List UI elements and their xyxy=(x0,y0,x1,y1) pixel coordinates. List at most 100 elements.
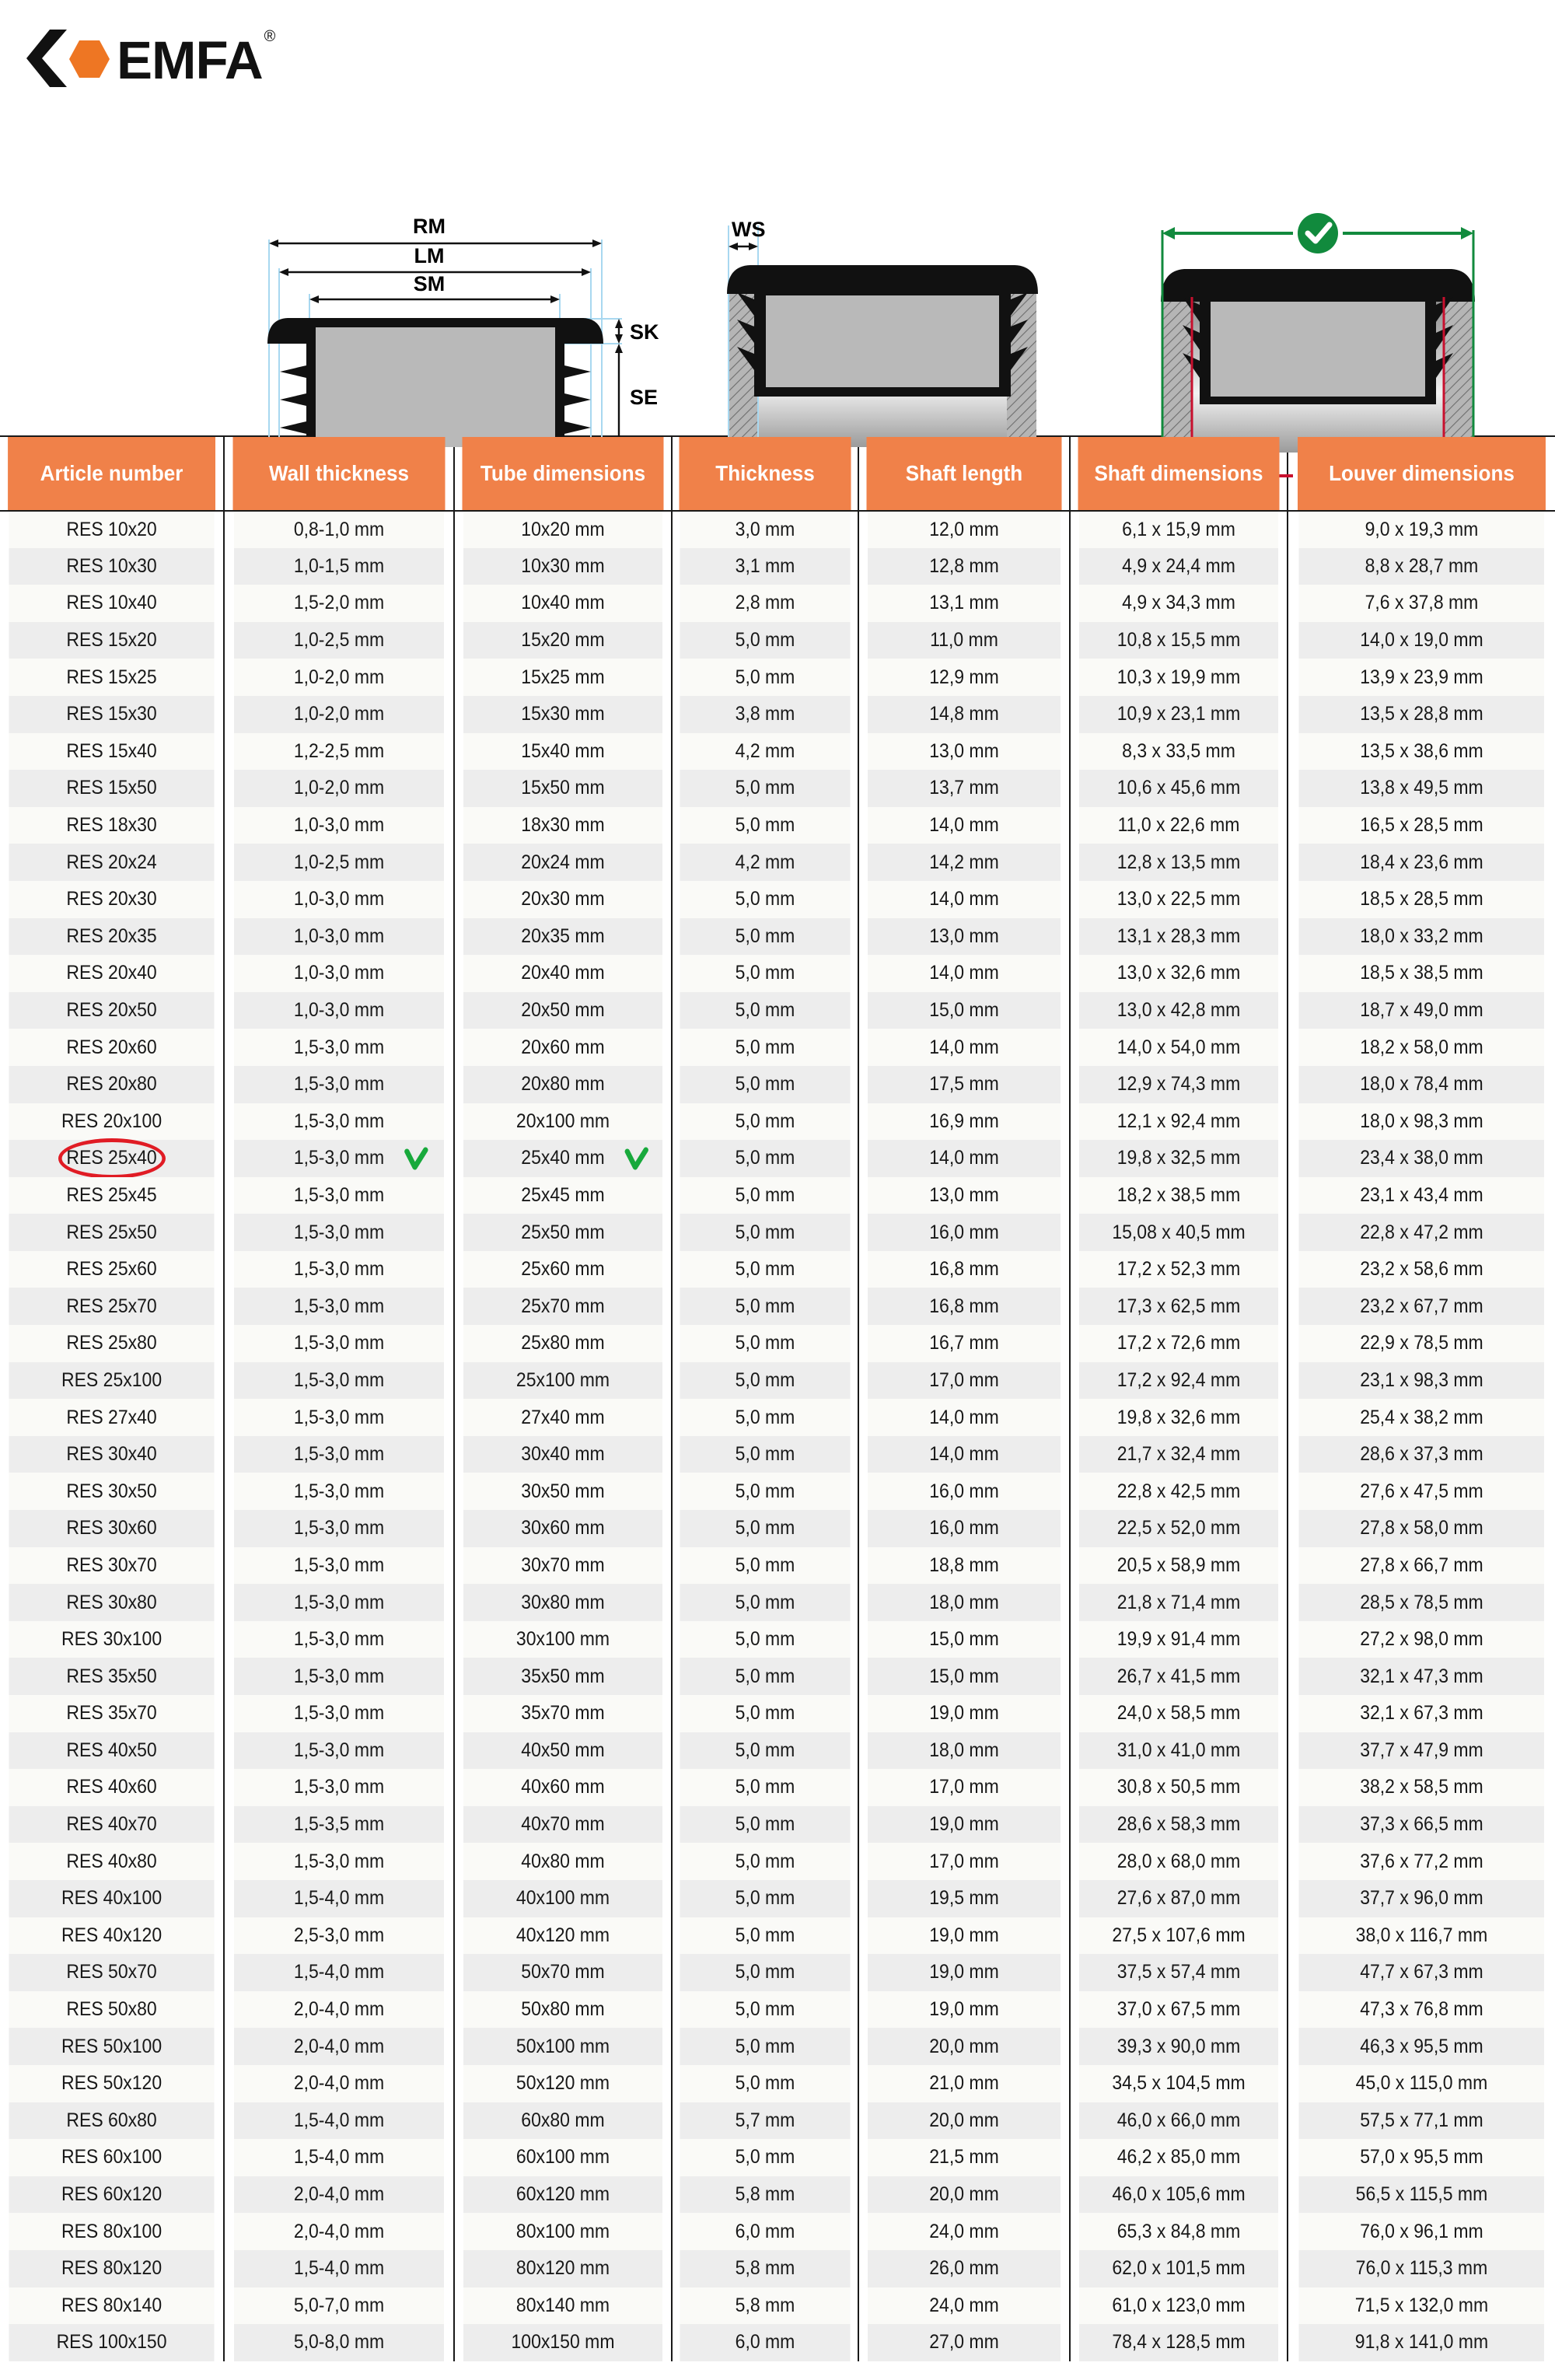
cell-shaft-length: 18,0 mm xyxy=(866,1732,1063,1770)
table-row: RES 20x60 1,5-3,0 mm 20x60 mm 5,0 mm 14,0 mm… xyxy=(0,1029,1555,1066)
highlight-oval xyxy=(58,1138,166,1179)
column-header-tube-dimensions: Tube dimensions xyxy=(461,435,666,512)
cell-shaft-dimensions: 17,2 x 72,6 mm xyxy=(1078,1325,1280,1362)
cell-article-number: RES 80x140 xyxy=(9,2287,216,2325)
cell-tube-dimensions: 40x70 mm xyxy=(463,1805,664,1844)
table-row: RES 30x70 1,5-3,0 mm 30x70 mm 5,0 mm 18,8 mm… xyxy=(0,1546,1555,1585)
cell-article-number: RES 25x45 xyxy=(9,1176,216,1214)
cell-tube-dimensions: 30x80 mm xyxy=(463,1584,664,1621)
cell-wall-thickness: 1,0-3,0 mm xyxy=(232,880,446,918)
cell-tube-dimensions: 60x120 mm xyxy=(463,2176,664,2214)
cell-louver-dimensions: 23,4 x 38,0 mm xyxy=(1298,1140,1545,1177)
cell-tube-dimensions: 50x120 mm xyxy=(463,2064,664,2102)
cell-shaft-dimensions: 19,9 x 91,4 mm xyxy=(1078,1620,1280,1658)
hexagon-icon xyxy=(69,40,110,78)
table-row: RES 15x30 1,0-2,0 mm 15x30 mm 3,8 mm 14,8 mm… xyxy=(0,695,1555,733)
cell-shaft-length: 17,0 mm xyxy=(866,1769,1063,1806)
cell-wall-thickness: 2,0-4,0 mm xyxy=(232,2213,446,2250)
cell-wall-thickness: 1,5-3,0 mm xyxy=(232,1843,446,1880)
cell-shaft-length: 21,0 mm xyxy=(866,2064,1063,2102)
cell-louver-dimensions: 27,8 x 66,7 mm xyxy=(1298,1546,1545,1585)
table-row: RES 30x50 1,5-3,0 mm 30x50 mm 5,0 mm 16,0 mm… xyxy=(0,1473,1555,1511)
cell-louver-dimensions: 76,0 x 96,1 mm xyxy=(1298,2213,1545,2250)
dim-label-rm: RM xyxy=(413,215,446,238)
table-row: RES 25x80 1,5-3,0 mm 25x80 mm 5,0 mm 16,7 mm… xyxy=(0,1325,1555,1362)
cell-louver-dimensions: 37,7 x 96,0 mm xyxy=(1298,1879,1545,1917)
table-row: RES 27x40 1,5-3,0 mm 27x40 mm 5,0 mm 14,0 mm… xyxy=(0,1399,1555,1436)
cell-thickness: 5,0 mm xyxy=(679,1176,852,1214)
cell-shaft-dimensions: 13,1 x 28,3 mm xyxy=(1078,917,1280,956)
cell-thickness: 5,0 mm xyxy=(679,1103,852,1141)
cell-article-number: RES 40x100 xyxy=(9,1879,216,1917)
cell-thickness: 5,8 mm xyxy=(679,2249,852,2287)
cell-louver-dimensions: 13,5 x 38,6 mm xyxy=(1298,732,1545,771)
cell-thickness: 4,2 mm xyxy=(679,844,852,881)
cell-article-number: RES 25x40 xyxy=(9,1138,216,1179)
cell-shaft-length: 16,0 mm xyxy=(866,1473,1063,1511)
cell-louver-dimensions: 25,4 x 38,2 mm xyxy=(1298,1399,1545,1436)
cell-article-number: RES 15x30 xyxy=(9,695,216,733)
table-row: RES 80x100 2,0-4,0 mm 80x100 mm 6,0 mm 24,0 … xyxy=(0,2213,1555,2250)
cell-thickness: 5,0 mm xyxy=(679,1954,852,1991)
table-row: RES 35x70 1,5-3,0 mm 35x70 mm 5,0 mm 19,0 mm… xyxy=(0,1695,1555,1732)
table-row: RES 30x100 1,5-3,0 mm 30x100 mm 5,0 mm 15,0 … xyxy=(0,1620,1555,1658)
cell-louver-dimensions: 28,5 x 78,5 mm xyxy=(1298,1584,1545,1621)
technical-diagrams: RM LM SM SK SE WS xyxy=(0,93,1555,496)
cell-shaft-length: 24,0 mm xyxy=(866,2287,1063,2325)
cell-louver-dimensions: 18,0 x 78,4 mm xyxy=(1298,1065,1545,1103)
cell-article-number: RES 80x120 xyxy=(9,2249,216,2287)
cell-shaft-dimensions: 4,9 x 24,4 mm xyxy=(1078,547,1280,585)
cell-louver-dimensions: 32,1 x 67,3 mm xyxy=(1298,1695,1545,1732)
cell-shaft-dimensions: 17,2 x 52,3 mm xyxy=(1078,1250,1280,1288)
brand-name-text: EMFA xyxy=(117,30,264,90)
cell-louver-dimensions: 32,1 x 47,3 mm xyxy=(1298,1658,1545,1695)
cell-wall-thickness: 1,0-2,0 mm xyxy=(232,695,446,733)
cell-shaft-length: 16,8 mm xyxy=(866,1250,1063,1288)
column-header-shaft-dimensions: Shaft dimensions xyxy=(1077,435,1281,512)
cell-wall-thickness: 1,5-3,0 mm xyxy=(232,1140,446,1177)
cell-article-number: RES 15x25 xyxy=(9,659,216,696)
cell-tube-dimensions: 20x40 mm xyxy=(463,955,664,992)
cell-shaft-dimensions: 19,8 x 32,6 mm xyxy=(1078,1399,1280,1436)
cell-wall-thickness: 1,0-3,0 mm xyxy=(232,955,446,992)
cell-shaft-dimensions: 12,8 x 13,5 mm xyxy=(1078,844,1280,881)
table-row: RES 25x100 1,5-3,0 mm 25x100 mm 5,0 mm 17,0 … xyxy=(0,1361,1555,1400)
cell-thickness: 5,0 mm xyxy=(679,621,852,659)
cell-wall-thickness: 1,5-3,0 mm xyxy=(232,1399,446,1436)
cell-shaft-length: 12,0 mm xyxy=(866,511,1063,548)
cell-thickness: 5,0 mm xyxy=(679,2064,852,2102)
cell-tube-dimensions: 15x50 mm xyxy=(463,770,664,807)
emfa-logo: EMFA ® xyxy=(26,29,1555,90)
cell-shaft-length: 14,0 mm xyxy=(866,880,1063,918)
cell-wall-thickness: 1,0-1,5 mm xyxy=(232,547,446,585)
cell-tube-dimensions: 80x100 mm xyxy=(463,2213,664,2250)
table-row: RES 25x40 1,5-3,0 mm 25x40 mm 5,0 mm 14,0 mm… xyxy=(0,1138,1555,1179)
cell-tube-dimensions: 27x40 mm xyxy=(463,1399,664,1436)
cell-shaft-length: 14,8 mm xyxy=(866,695,1063,733)
cell-shaft-dimensions: 10,6 x 45,6 mm xyxy=(1078,770,1280,807)
cell-wall-thickness: 1,5-3,0 mm xyxy=(232,1584,446,1621)
cell-louver-dimensions: 18,0 x 33,2 mm xyxy=(1298,917,1545,956)
cell-louver-dimensions: 57,0 x 95,5 mm xyxy=(1298,2139,1545,2176)
table-row: RES 30x40 1,5-3,0 mm 30x40 mm 5,0 mm 14,0 mm… xyxy=(0,1435,1555,1473)
cell-shaft-length: 16,9 mm xyxy=(866,1103,1063,1141)
table-row: RES 20x80 1,5-3,0 mm 20x80 mm 5,0 mm 17,5 mm… xyxy=(0,1065,1555,1103)
table-row: RES 20x35 1,0-3,0 mm 20x35 mm 5,0 mm 13,0 mm… xyxy=(0,917,1555,956)
cell-shaft-dimensions: 22,5 x 52,0 mm xyxy=(1078,1510,1280,1547)
column-header-louver-dimensions: Louver dimensions xyxy=(1297,435,1546,512)
cell-wall-thickness: 1,5-3,0 mm xyxy=(232,1769,446,1806)
table-row: RES 40x100 1,5-4,0 mm 40x100 mm 5,0 mm 19,5 … xyxy=(0,1879,1555,1917)
cell-louver-dimensions: 37,6 x 77,2 mm xyxy=(1298,1843,1545,1880)
table-row: RES 10x40 1,5-2,0 mm 10x40 mm 2,8 mm 13,1 mm… xyxy=(0,585,1555,622)
cell-louver-dimensions: 76,0 x 115,3 mm xyxy=(1298,2249,1545,2287)
cell-thickness: 5,0 mm xyxy=(679,2028,852,2065)
table-row: RES 30x60 1,5-3,0 mm 30x60 mm 5,0 mm 16,0 mm… xyxy=(0,1510,1555,1547)
cell-louver-dimensions: 7,6 x 37,8 mm xyxy=(1298,585,1545,622)
cell-wall-thickness: 1,5-4,0 mm xyxy=(232,2102,446,2140)
cell-wall-thickness: 1,5-3,0 mm xyxy=(232,1473,446,1511)
cell-louver-dimensions: 38,0 x 116,7 mm xyxy=(1298,1917,1545,1955)
cell-wall-thickness: 1,5-3,0 mm xyxy=(232,1103,446,1141)
cell-louver-dimensions: 28,6 x 37,3 mm xyxy=(1298,1435,1545,1473)
cell-shaft-dimensions: 26,7 x 41,5 mm xyxy=(1078,1658,1280,1695)
cell-louver-dimensions: 18,7 x 49,0 mm xyxy=(1298,991,1545,1029)
